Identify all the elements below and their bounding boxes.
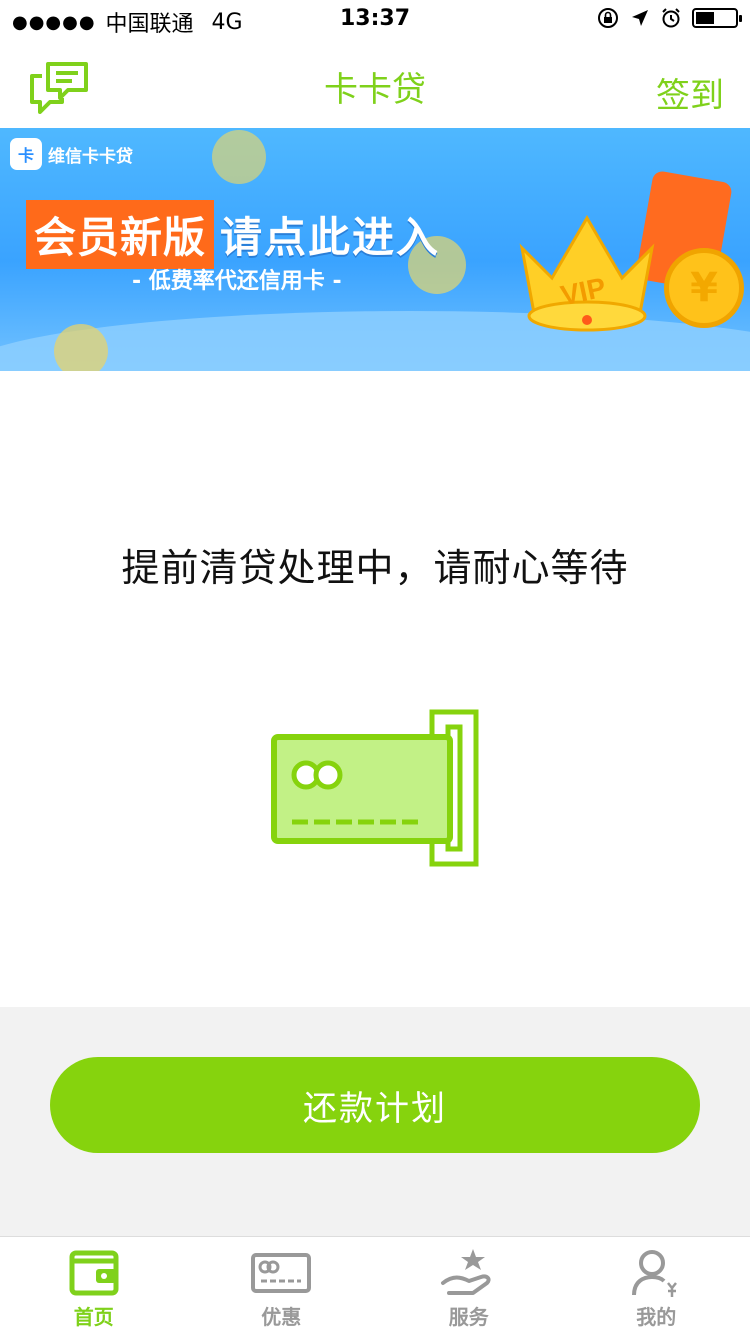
top-navigation-bar: 卡卡贷 签到 bbox=[0, 40, 750, 128]
headline-rest: 请点此进入 bbox=[220, 213, 441, 262]
main-content: 提前清贷处理中，请耐心等待 bbox=[0, 371, 750, 1007]
user-yen-icon bbox=[632, 1250, 678, 1297]
tab-home[interactable]: 首页 bbox=[0, 1237, 188, 1334]
tab-services[interactable]: 服务 bbox=[375, 1237, 563, 1334]
wallet-icon bbox=[69, 1250, 119, 1296]
card-processing-illustration bbox=[271, 709, 479, 867]
vip-crown-icon: VIP bbox=[519, 215, 655, 332]
status-bar: ●●●●● 中国联通 4G 13:37 bbox=[0, 0, 750, 40]
coin-decoration bbox=[212, 130, 266, 184]
banner-brand: 卡 维信卡卡贷 bbox=[10, 138, 133, 170]
banner-headline: 会员新版 请点此进入 bbox=[26, 200, 440, 269]
tab-offers[interactable]: 优惠 bbox=[188, 1237, 376, 1334]
coupon-card-icon bbox=[251, 1253, 312, 1293]
action-area: 还款计划 bbox=[0, 1007, 750, 1236]
brand-logo-icon: 卡 bbox=[10, 138, 42, 170]
banner-subline: - 低费率代还信用卡 - bbox=[132, 269, 342, 294]
tab-label: 首页 bbox=[73, 1305, 114, 1329]
tab-label: 优惠 bbox=[261, 1305, 302, 1329]
tab-label: 服务 bbox=[448, 1305, 489, 1329]
repayment-plan-button[interactable]: 还款计划 bbox=[50, 1057, 700, 1153]
brand-name: 维信卡卡贷 bbox=[48, 146, 133, 167]
hand-star-icon bbox=[440, 1249, 491, 1295]
alarm-icon bbox=[662, 8, 680, 28]
promo-banner[interactable]: 卡 维信卡卡贷 会员新版 请点此进入 - 低费率代还信用卡 - VIP ¥ bbox=[0, 128, 750, 371]
yen-coin-icon: ¥ bbox=[664, 248, 744, 328]
headline-highlight: 会员新版 bbox=[26, 200, 215, 269]
bottom-tab-bar: 首页 优惠 服务 我的 bbox=[0, 1236, 750, 1334]
page-title: 卡卡贷 bbox=[324, 70, 426, 110]
checkin-button[interactable]: 签到 bbox=[656, 68, 724, 117]
status-right bbox=[596, 6, 742, 30]
tab-profile[interactable]: 我的 bbox=[563, 1237, 750, 1334]
tab-label: 我的 bbox=[636, 1305, 677, 1329]
rotation-lock-icon bbox=[598, 8, 618, 28]
location-arrow-icon bbox=[632, 10, 648, 26]
battery-icon bbox=[692, 8, 742, 28]
coin-decoration bbox=[54, 324, 108, 371]
processing-status-message: 提前清贷处理中，请耐心等待 bbox=[121, 546, 629, 590]
